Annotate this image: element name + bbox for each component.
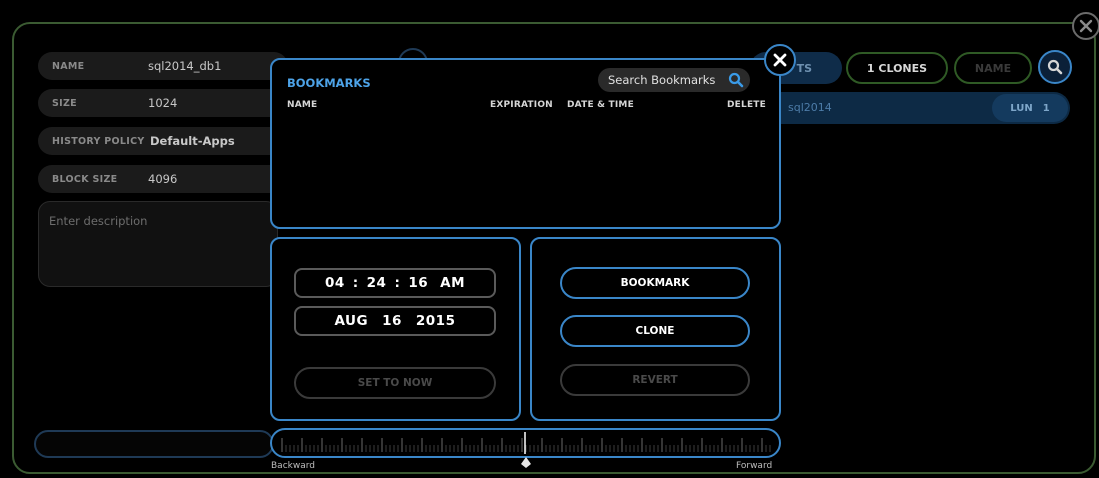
search-icon xyxy=(1047,59,1063,75)
field-value: Default-Apps xyxy=(150,134,235,148)
right-search-button[interactable] xyxy=(1038,50,1072,84)
timeline-forward-label: Forward xyxy=(736,461,773,471)
column-header-expiration: EXPIRATION xyxy=(490,100,553,110)
time-input[interactable]: 04 : 24 : 16 AM xyxy=(294,268,496,298)
description-textarea[interactable]: Enter description xyxy=(38,201,278,287)
date-input[interactable]: AUG 16 2015 xyxy=(294,306,496,336)
time-separator: : xyxy=(352,275,359,291)
size-field[interactable]: SIZE 1024 xyxy=(38,89,288,117)
lun-value: 1 xyxy=(1042,102,1050,114)
clone-button-label: CLONE xyxy=(635,325,675,337)
bookmark-button[interactable]: BOOKMARK xyxy=(560,267,750,299)
timeline-slider[interactable] xyxy=(270,428,781,458)
name-sort-label: NAME xyxy=(974,61,1012,75)
close-icon xyxy=(773,53,787,67)
column-header-name: NAME xyxy=(287,100,318,110)
field-label: NAME xyxy=(52,61,85,72)
history-policy-field[interactable]: HISTORY POLICY Default-Apps xyxy=(38,127,288,155)
name-field[interactable]: NAME sql2014_db1 xyxy=(38,52,288,80)
clones-tab[interactable]: 1 CLONES xyxy=(846,52,948,84)
set-to-now-label: SET TO NOW xyxy=(357,377,433,389)
revert-button-label: REVERT xyxy=(632,374,678,386)
field-value: 4096 xyxy=(148,172,178,186)
bookmarks-search-input[interactable]: Search Bookmarks xyxy=(598,68,750,92)
bottom-left-pill xyxy=(34,430,274,458)
time-seconds[interactable]: 16 xyxy=(408,275,428,291)
lun-label: LUN xyxy=(1010,102,1033,114)
list-item-name: sql2014 xyxy=(788,101,832,114)
block-size-field[interactable]: BLOCK SIZE 4096 xyxy=(38,165,288,193)
field-label: HISTORY POLICY xyxy=(52,136,145,147)
search-icon[interactable] xyxy=(728,72,744,88)
time-separator: : xyxy=(394,275,401,291)
field-value: 1024 xyxy=(148,96,178,110)
bookmarks-title: BOOKMARKS xyxy=(287,76,371,90)
set-to-now-button[interactable]: SET TO NOW xyxy=(294,367,496,399)
date-day[interactable]: 16 xyxy=(382,313,402,329)
description-placeholder: Enter description xyxy=(49,214,148,228)
date-year[interactable]: 2015 xyxy=(416,313,456,329)
timeline-backward-label: Backward xyxy=(271,461,315,471)
name-sort-tab[interactable]: NAME xyxy=(954,52,1032,84)
close-icon xyxy=(1079,19,1093,33)
frame-close-button[interactable] xyxy=(1072,12,1099,40)
date-month[interactable]: AUG xyxy=(335,313,369,329)
field-label: BLOCK SIZE xyxy=(52,174,118,185)
bookmark-button-label: BOOKMARK xyxy=(620,277,690,289)
bookmarks-search-placeholder: Search Bookmarks xyxy=(608,73,716,87)
time-hours[interactable]: 04 xyxy=(325,275,345,291)
clones-tab-label: 1 CLONES xyxy=(866,61,928,75)
column-header-delete: DELETE xyxy=(727,100,766,110)
column-header-date-time: DATE & TIME xyxy=(567,100,634,110)
clone-button[interactable]: CLONE xyxy=(560,315,750,347)
time-ampm[interactable]: AM xyxy=(440,275,465,291)
lun-badge: LUN 1 xyxy=(992,94,1068,122)
revert-button[interactable]: REVERT xyxy=(560,364,750,396)
timeline-ticks xyxy=(281,432,771,454)
bookmarks-close-button[interactable] xyxy=(764,44,796,76)
timeline-handle-icon[interactable] xyxy=(519,456,533,470)
field-label: SIZE xyxy=(52,98,77,109)
time-minutes[interactable]: 24 xyxy=(367,275,387,291)
tab-partial-label: TS xyxy=(796,61,812,75)
field-value: sql2014_db1 xyxy=(148,59,222,73)
